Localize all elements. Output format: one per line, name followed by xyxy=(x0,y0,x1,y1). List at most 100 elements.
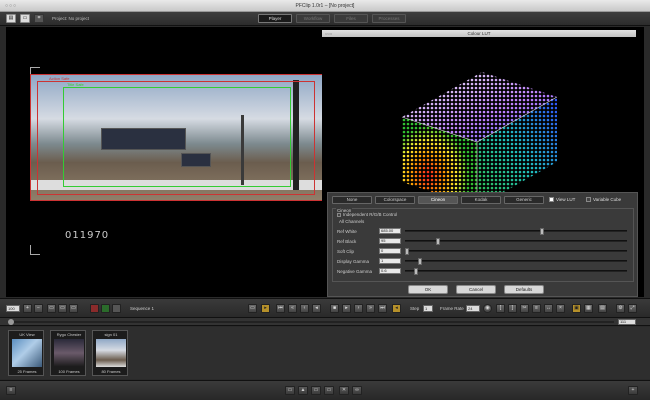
soft-clip-input[interactable]: 0 xyxy=(379,248,401,254)
title-safe-guide xyxy=(63,87,291,187)
loop-mode-icon[interactable]: ◂ xyxy=(392,304,401,313)
lut-window-controls[interactable]: ○○○ xyxy=(325,31,332,36)
scrub-track[interactable] xyxy=(10,321,614,323)
lut-toggle-icon[interactable]: ▣ xyxy=(572,304,581,313)
open-folder-icon[interactable]: ▭ xyxy=(20,14,30,23)
fit-icon[interactable]: ▭ xyxy=(47,304,56,313)
stop-icon[interactable]: ■ xyxy=(330,304,339,313)
loop-icon[interactable]: ▭ xyxy=(248,304,257,313)
mark-out-icon[interactable]: ] xyxy=(508,304,517,313)
ref-black-input[interactable]: 95 xyxy=(379,238,401,244)
trim-icon[interactable]: ≡ xyxy=(532,304,541,313)
display-gamma-slider-thumb[interactable] xyxy=(418,258,423,265)
range-icon[interactable]: ↔ xyxy=(544,304,553,313)
crop-icon[interactable]: ▭ xyxy=(69,304,78,313)
tab-none[interactable]: None xyxy=(332,196,372,204)
clip-thumbnail[interactable]: UK View 25 Frames xyxy=(8,330,44,376)
cancel-button[interactable]: Cancel xyxy=(456,285,496,294)
zoom-in-icon[interactable]: + xyxy=(23,304,32,313)
clip-thumbnail[interactable]: sign 01 80 Frames xyxy=(92,330,128,376)
play-reverse-icon[interactable]: ◂ xyxy=(312,304,321,313)
tab-generic[interactable]: Generic xyxy=(504,196,544,204)
grid-icon[interactable]: ▦ xyxy=(584,304,593,313)
fullscreen-icon[interactable]: ⤢ xyxy=(628,304,637,313)
tab-workflow[interactable]: Workflow xyxy=(296,14,330,23)
param-label-ref-black: Ref Black xyxy=(337,239,357,244)
export-icon[interactable]: ▲ xyxy=(298,386,308,395)
tab-cineon[interactable]: Cineon xyxy=(418,196,458,204)
negative-gamma-input[interactable]: 0.6 xyxy=(379,268,401,274)
ref-black-slider[interactable] xyxy=(405,238,627,245)
bin-menu-icon[interactable]: ≡ xyxy=(6,386,16,395)
ref-black-slider-thumb[interactable] xyxy=(435,238,440,245)
clip-preview xyxy=(96,339,126,367)
tab-files[interactable]: Files xyxy=(334,14,368,23)
settings-icon[interactable]: ⚙ xyxy=(616,304,625,313)
prev-frame-icon[interactable]: ‹ xyxy=(300,304,309,313)
mark-icon[interactable]: ▸ xyxy=(261,304,270,313)
clip-name: sign 01 xyxy=(104,332,118,337)
last-frame-icon[interactable]: ⏭ xyxy=(378,304,387,313)
play-icon[interactable]: ▸ xyxy=(342,304,351,313)
add-clip-icon[interactable]: + xyxy=(628,386,638,395)
green-channel-icon[interactable] xyxy=(101,304,110,313)
timeline-scrub-bar[interactable]: 111 xyxy=(0,318,650,326)
main-toolbar: ▤ ▭ ⌗ Project: No project Player Workflo… xyxy=(0,12,650,26)
timecode-display: 011970 xyxy=(65,230,110,241)
ref-white-slider-thumb[interactable] xyxy=(540,228,545,235)
next-frame-icon[interactable]: › xyxy=(354,304,363,313)
audio-icon[interactable]: ◉ xyxy=(483,304,492,313)
step-back-10-icon[interactable]: « xyxy=(288,304,297,313)
window-titlebar: ○○○ PFClip 1.0r1 – [No project] xyxy=(0,0,650,12)
overlay-icon[interactable]: ▤ xyxy=(598,304,607,313)
new-file-icon[interactable]: ▤ xyxy=(6,14,16,23)
soft-clip-slider-thumb[interactable] xyxy=(405,248,409,255)
import-icon[interactable]: ▭ xyxy=(285,386,295,395)
fill-icon[interactable]: ▭ xyxy=(58,304,67,313)
negative-gamma-slider-thumb[interactable] xyxy=(413,268,418,275)
zoom-out-icon[interactable]: − xyxy=(34,304,43,313)
first-frame-icon[interactable]: ⏮ xyxy=(276,304,285,313)
mark-in-icon[interactable]: [ xyxy=(496,304,505,313)
defaults-button[interactable]: Defaults xyxy=(504,285,544,294)
link-icon[interactable]: ∞ xyxy=(352,386,362,395)
blue-channel-icon[interactable] xyxy=(112,304,121,313)
tab-colorspace[interactable]: Colorspace xyxy=(375,196,415,204)
independent-rgb-checkbox[interactable] xyxy=(337,213,341,217)
tab-processes[interactable]: Processes xyxy=(372,14,406,23)
tab-player[interactable]: Player xyxy=(258,14,292,23)
display-gamma-slider[interactable] xyxy=(405,258,627,265)
step-input[interactable]: 1 xyxy=(423,305,433,312)
negative-gamma-slider[interactable] xyxy=(405,268,627,275)
duplicate-icon[interactable]: ▭ xyxy=(311,386,321,395)
properties-icon[interactable]: ▭ xyxy=(324,386,334,395)
cut-icon[interactable]: ✂ xyxy=(520,304,529,313)
soft-clip-slider[interactable] xyxy=(405,248,627,255)
end-frame-input[interactable]: 111 xyxy=(618,319,636,325)
scrub-playhead[interactable] xyxy=(8,319,14,325)
delete-icon[interactable]: ✕ xyxy=(339,386,349,395)
frame-rate-input[interactable]: 24 xyxy=(466,305,480,312)
clip-frame-count: 100 Frames xyxy=(58,369,80,374)
view-lut-checkbox[interactable] xyxy=(549,197,554,202)
lut-settings-panel: None Colorspace Cineon Kodak Generic Vie… xyxy=(327,192,638,297)
param-label-negative-gamma: Negative Gamma xyxy=(337,269,373,274)
scan-icon[interactable]: ⌗ xyxy=(34,14,44,23)
variable-cube-checkbox[interactable] xyxy=(586,197,591,202)
tab-kodak[interactable]: Kodak xyxy=(461,196,501,204)
param-label-display-gamma: Display Gamma xyxy=(337,259,370,264)
title-safe-label: Title Safe xyxy=(67,82,84,87)
ref-white-input[interactable]: 685.00 xyxy=(379,228,401,234)
lut-window-title: Colour LUT xyxy=(322,30,636,37)
ref-white-slider[interactable] xyxy=(405,228,627,235)
zoom-input[interactable]: 100 xyxy=(6,305,20,312)
viewer-corner-marker xyxy=(30,245,40,255)
clip-thumbnail[interactable]: Rygo Chester 100 Frames xyxy=(50,330,86,376)
clear-icon[interactable]: × xyxy=(556,304,565,313)
param-label-soft-clip: Soft Clip xyxy=(337,249,355,254)
ok-button[interactable]: OK xyxy=(408,285,448,294)
display-gamma-input[interactable]: 1 xyxy=(379,258,401,264)
step-forward-10-icon[interactable]: » xyxy=(366,304,375,313)
frame-rate-label: Frame Rate xyxy=(440,306,464,311)
red-channel-icon[interactable] xyxy=(90,304,99,313)
